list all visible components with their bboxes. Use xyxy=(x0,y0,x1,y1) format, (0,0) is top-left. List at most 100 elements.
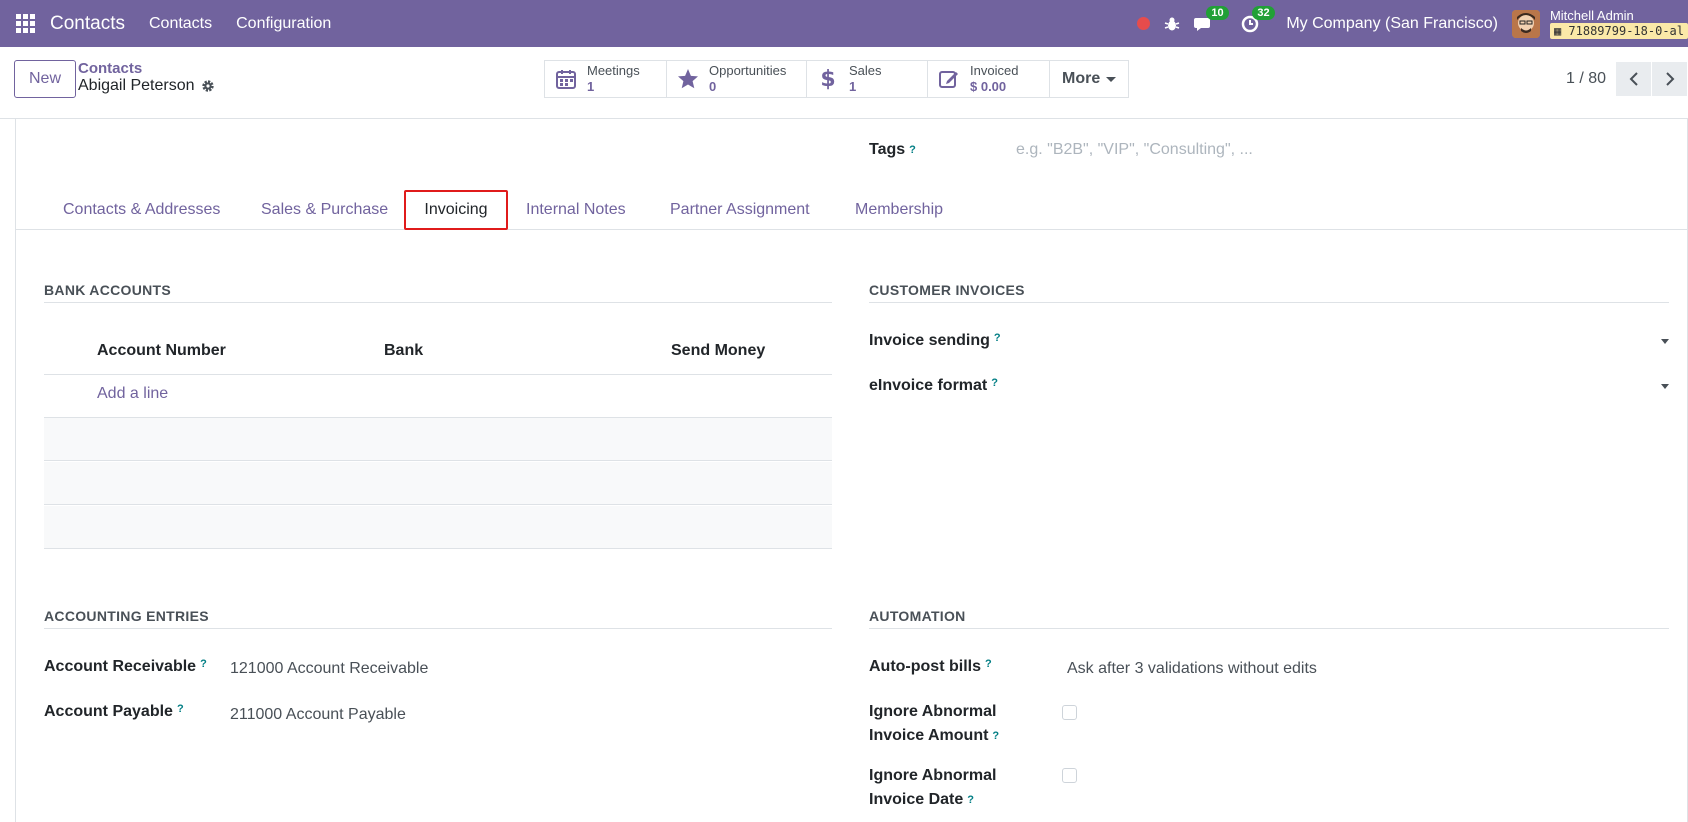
sales-label: Sales xyxy=(849,63,882,78)
user-avatar[interactable] xyxy=(1511,9,1540,38)
menu-configuration[interactable]: Configuration xyxy=(236,15,331,33)
einvoice-format-select[interactable] xyxy=(1016,370,1669,402)
account-payable-label-wrap: Account Payable? xyxy=(44,703,184,721)
automation-divider xyxy=(869,628,1669,629)
dollar-icon: $ xyxy=(820,68,835,90)
table-row xyxy=(44,506,832,549)
notebook-tabs: Contacts & Addresses Sales & Purchase In… xyxy=(16,190,1688,230)
ignore-abnormal-amount-checkbox[interactable] xyxy=(1062,705,1077,720)
help-icon[interactable]: ? xyxy=(991,377,998,389)
recording-icon[interactable] xyxy=(1137,17,1151,30)
column-send-money[interactable]: Send Money xyxy=(671,342,765,360)
menu-contacts[interactable]: Contacts xyxy=(149,15,212,33)
ignore-abnormal-date-checkbox[interactable] xyxy=(1062,768,1077,783)
help-icon[interactable]: ? xyxy=(967,794,974,806)
account-receivable-label-wrap: Account Receivable? xyxy=(44,658,207,676)
pager-value[interactable]: 1 / 80 xyxy=(1566,70,1606,88)
record-name: Abigail Peterson xyxy=(78,77,195,94)
auto-post-bills-label: Auto-post bills xyxy=(869,658,981,675)
help-icon[interactable]: ? xyxy=(200,658,207,670)
tab-internal-notes[interactable]: Internal Notes xyxy=(509,190,643,230)
app-brand[interactable]: Contacts xyxy=(50,13,125,35)
ignore-amount-label-line2: Invoice Amount xyxy=(869,727,989,744)
ignore-abnormal-date-label: Ignore Abnormal Invoice Date? xyxy=(869,764,996,812)
user-menu[interactable]: Mitchell Admin ▦ 71889799-18-0-al xyxy=(1549,7,1688,39)
bank-accounts-divider xyxy=(44,302,832,303)
apps-menu-icon[interactable] xyxy=(16,13,36,34)
breadcrumb-parent[interactable]: Contacts xyxy=(78,60,215,77)
form-sheet: Tags ? e.g. "B2B", "VIP", "Consulting", … xyxy=(15,119,1688,822)
meetings-value: 1 xyxy=(587,79,595,94)
auto-post-bills-label-wrap: Auto-post bills? xyxy=(869,658,992,676)
star-icon xyxy=(678,69,698,89)
new-button[interactable]: New xyxy=(14,60,77,98)
control-panel: New Contacts Abigail Peterson Meetings1 xyxy=(0,47,1688,119)
accounting-entries-title: ACCOUNTING ENTRIES xyxy=(44,608,209,624)
chevron-left-icon xyxy=(1629,72,1638,86)
column-account-number[interactable]: Account Number xyxy=(97,342,226,360)
activities-count-badge: 32 xyxy=(1252,5,1275,20)
pager-previous-button[interactable] xyxy=(1616,62,1652,96)
meetings-smart-button[interactable]: Meetings 1 xyxy=(545,61,667,97)
column-bank[interactable]: Bank xyxy=(384,342,423,360)
ignore-abnormal-amount-label: Ignore Abnormal Invoice Amount? xyxy=(869,700,999,748)
account-payable-label: Account Payable xyxy=(44,703,173,720)
tags-field-label: Tags ? xyxy=(869,141,916,159)
caret-down-icon xyxy=(1661,384,1669,389)
auto-post-bills-select[interactable]: Ask after 3 validations without edits xyxy=(1067,660,1317,678)
tab-invoicing[interactable]: Invoicing xyxy=(404,190,508,230)
tab-partner-assignment[interactable]: Partner Assignment xyxy=(653,190,827,230)
messages-button[interactable]: 10 xyxy=(1194,5,1229,34)
accounting-entries-divider xyxy=(44,628,832,629)
tab-contacts-addresses[interactable]: Contacts & Addresses xyxy=(46,190,237,230)
pager: 1 / 80 xyxy=(1566,60,1688,98)
top-navbar: Contacts Contacts Configuration 10 32 My… xyxy=(0,0,1688,47)
help-icon[interactable]: ? xyxy=(909,144,916,156)
user-name: Mitchell Admin xyxy=(1549,7,1634,23)
caret-down-icon xyxy=(1106,76,1117,82)
opportunities-value: 0 xyxy=(709,79,717,94)
sales-smart-button[interactable]: $ Sales 1 xyxy=(807,61,928,97)
ignore-amount-label-line1: Ignore Abnormal xyxy=(869,703,997,720)
invoiced-value: $ 0.00 xyxy=(970,79,1007,94)
help-icon[interactable]: ? xyxy=(992,730,999,742)
help-icon[interactable]: ? xyxy=(177,703,184,715)
einvoice-format-label: eInvoice format xyxy=(869,377,988,394)
more-smart-button[interactable]: More xyxy=(1050,61,1128,97)
account-receivable-field[interactable]: 121000 Account Receivable xyxy=(230,660,428,678)
tab-sales-purchase[interactable]: Sales & Purchase xyxy=(244,190,405,230)
breadcrumb: Contacts Abigail Peterson xyxy=(78,60,215,95)
meetings-label: Meetings xyxy=(587,63,640,78)
add-a-line-link[interactable]: Add a line xyxy=(97,385,168,403)
tab-membership[interactable]: Membership xyxy=(838,190,960,230)
account-payable-field[interactable]: 211000 Account Payable xyxy=(230,706,406,724)
bug-icon[interactable] xyxy=(1164,16,1180,32)
bank-accounts-title: BANK ACCOUNTS xyxy=(44,282,172,298)
more-label: More xyxy=(1062,70,1101,87)
breadcrumb-current: Abigail Peterson xyxy=(78,77,215,95)
customer-invoices-divider xyxy=(869,302,1669,303)
help-icon[interactable]: ? xyxy=(994,332,1001,344)
table-row xyxy=(44,418,832,461)
svg-text:$: $ xyxy=(820,68,835,90)
invoiced-label: Invoiced xyxy=(970,63,1019,78)
table-row xyxy=(44,462,832,505)
automation-title: AUTOMATION xyxy=(869,608,966,624)
activities-button[interactable]: 32 xyxy=(1240,5,1275,34)
pager-next-button[interactable] xyxy=(1652,62,1688,96)
invoice-sending-label: Invoice sending xyxy=(869,332,990,349)
database-name: 71889799-18-0-al xyxy=(1568,23,1684,38)
opportunities-smart-button[interactable]: Opportunities 0 xyxy=(667,61,807,97)
invoiced-smart-button[interactable]: Invoiced $ 0.00 xyxy=(928,61,1050,97)
tags-input[interactable]: e.g. "B2B", "VIP", "Consulting", ... xyxy=(1016,141,1253,159)
opportunities-label: Opportunities xyxy=(709,63,787,78)
invoice-sending-select[interactable] xyxy=(1016,325,1669,357)
gear-icon[interactable] xyxy=(201,79,215,93)
calendar-icon xyxy=(556,70,576,89)
tags-label: Tags xyxy=(869,141,906,158)
ignore-date-label-line2: Invoice Date xyxy=(869,791,964,808)
company-switcher[interactable]: My Company (San Francisco) xyxy=(1286,15,1498,33)
help-icon[interactable]: ? xyxy=(985,658,992,670)
customer-invoices-title: CUSTOMER INVOICES xyxy=(869,282,1025,298)
caret-down-icon xyxy=(1661,339,1669,344)
